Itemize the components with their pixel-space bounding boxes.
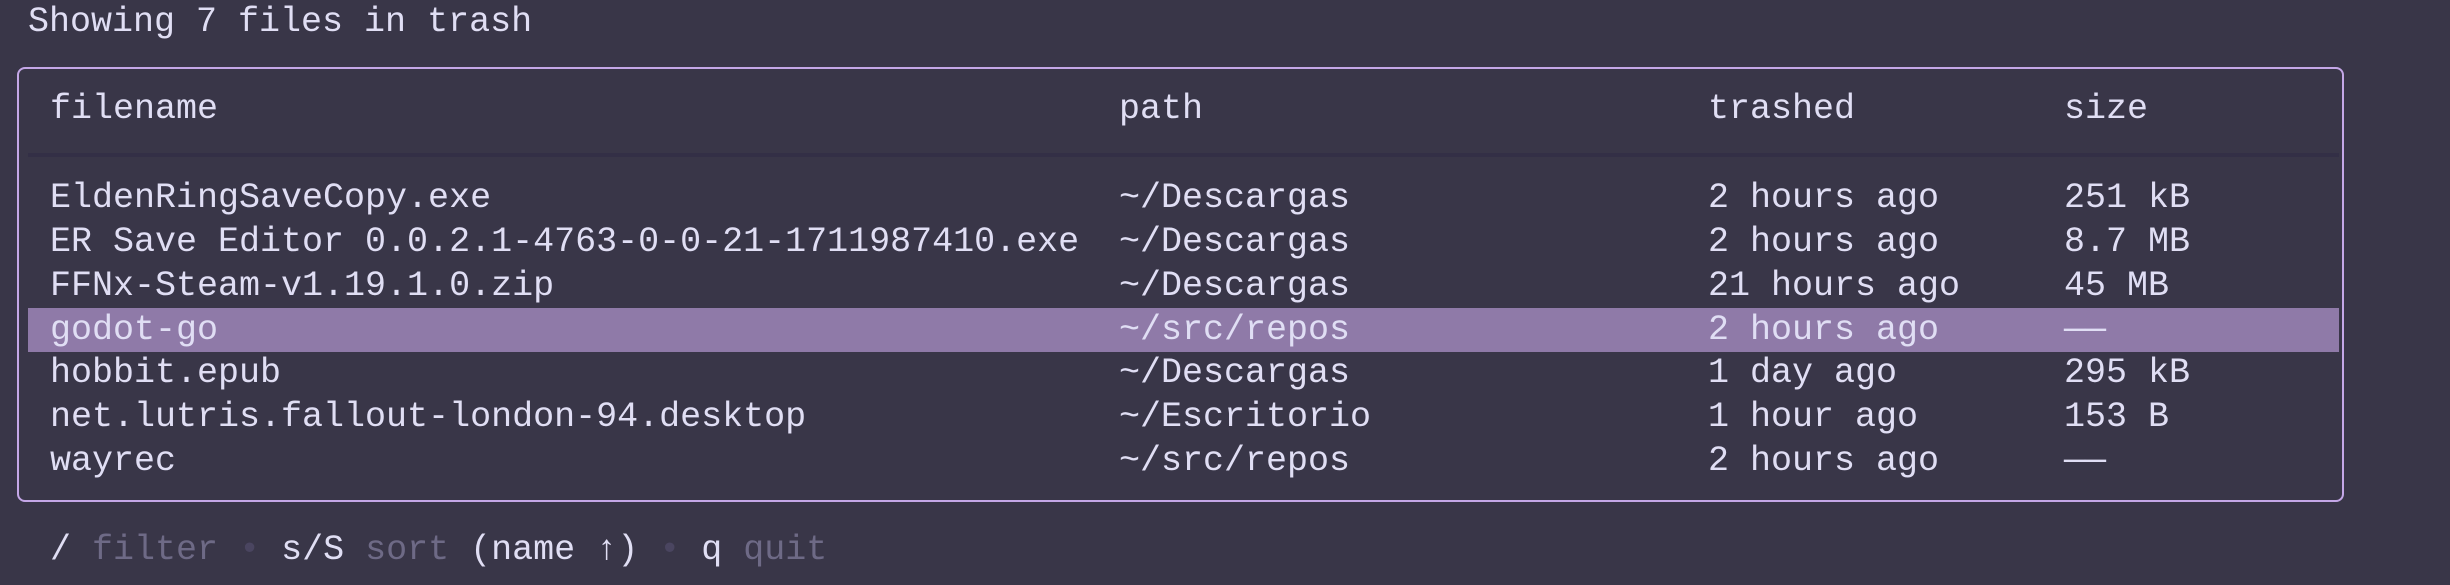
- column-header-filename[interactable]: filename: [50, 87, 218, 131]
- filter-desc: filter: [92, 530, 219, 570]
- path-cell: ~/src/repos: [1119, 310, 1351, 350]
- filename-cell: FFNx-Steam-v1.19.1.0.zip: [50, 266, 555, 306]
- table-row[interactable]: EldenRingSaveCopy.exe ~/Descargas 2 hours …: [28, 176, 2339, 220]
- trashed-cell: 2 hours ago: [1708, 441, 1940, 481]
- path-cell: ~/Descargas: [1119, 222, 1351, 262]
- filename-cell: hobbit.epub: [50, 353, 282, 393]
- path-cell: ~/Descargas: [1119, 178, 1351, 218]
- size-cell: ——: [2064, 310, 2107, 350]
- size-cell: 8.7 MB: [2064, 222, 2191, 262]
- column-header-trashed[interactable]: trashed: [1708, 87, 1855, 131]
- path-cell: ~/Escritorio: [1119, 397, 1372, 437]
- size-cell: 295 kB: [2064, 353, 2191, 393]
- trashed-cell: 2 hours ago: [1708, 222, 1940, 262]
- column-header-size[interactable]: size: [2064, 87, 2148, 131]
- keybinding-help: / filter • s/S sort (name ↑) • q quit: [50, 528, 827, 572]
- sort-desc: sort: [365, 530, 450, 570]
- trashed-cell: 1 hour ago: [1708, 397, 1919, 437]
- trashed-cell: 21 hours ago: [1708, 266, 1961, 306]
- table-row[interactable]: hobbit.epub ~/Descargas 1 day ago 295 kB: [28, 351, 2339, 395]
- table-row[interactable]: wayrec ~/src/repos 2 hours ago ——: [28, 439, 2339, 483]
- size-cell: 153 B: [2064, 397, 2170, 437]
- size-cell: 251 kB: [2064, 178, 2191, 218]
- trashed-cell: 2 hours ago: [1708, 310, 1940, 350]
- size-cell: 45 MB: [2064, 266, 2170, 306]
- quit-desc: quit: [743, 530, 828, 570]
- filename-cell: net.lutris.fallout-london-94.desktop: [50, 397, 807, 437]
- separator-dot: •: [239, 530, 261, 570]
- filename-cell: godot-go: [50, 310, 219, 350]
- table-row[interactable]: net.lutris.fallout-london-94.desktop ~/Es…: [28, 395, 2339, 439]
- header-divider: [28, 153, 2339, 157]
- path-cell: ~/Descargas: [1119, 353, 1351, 393]
- column-header-path[interactable]: path: [1119, 87, 1203, 131]
- path-cell: ~/Descargas: [1119, 266, 1351, 306]
- size-cell: ——: [2064, 441, 2107, 481]
- status-title: Showing 7 files in trash: [28, 2, 533, 42]
- table-row[interactable]: ER Save Editor 0.0.2.1-4763-0-0-21-17119…: [28, 220, 2339, 264]
- filename-cell: EldenRingSaveCopy.exe: [50, 178, 492, 218]
- table-row[interactable]: FFNx-Steam-v1.19.1.0.zip ~/Descargas 21 ho…: [28, 264, 2339, 308]
- filter-key[interactable]: /: [50, 530, 71, 570]
- trashed-cell: 2 hours ago: [1708, 178, 1940, 218]
- filename-cell: ER Save Editor 0.0.2.1-4763-0-0-21-17119…: [50, 222, 1080, 262]
- quit-key[interactable]: q: [701, 530, 722, 570]
- sort-state: (name ↑): [470, 530, 639, 570]
- separator-dot: •: [659, 530, 681, 570]
- trashed-cell: 1 day ago: [1708, 353, 1898, 393]
- table-row-selected[interactable]: godot-go ~/src/repos 2 hours ago ——: [28, 308, 2339, 352]
- path-cell: ~/src/repos: [1119, 441, 1351, 481]
- sort-key[interactable]: s/S: [281, 530, 344, 570]
- filename-cell: wayrec: [50, 441, 177, 481]
